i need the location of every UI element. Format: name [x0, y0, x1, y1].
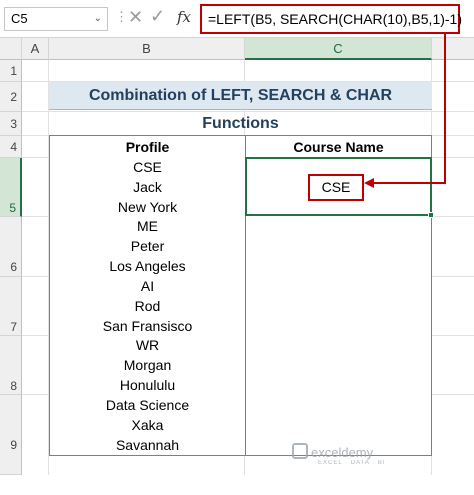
exceldemy-icon — [292, 443, 308, 459]
arrow-head — [364, 178, 374, 188]
watermark-text: exceldemy — [311, 445, 374, 460]
watermark-subtext: EXCEL · DATA · BI — [318, 460, 386, 466]
arrow-line — [372, 34, 446, 184]
watermark-logo: exceldemy — [292, 443, 373, 460]
annotation-arrow — [364, 34, 446, 188]
